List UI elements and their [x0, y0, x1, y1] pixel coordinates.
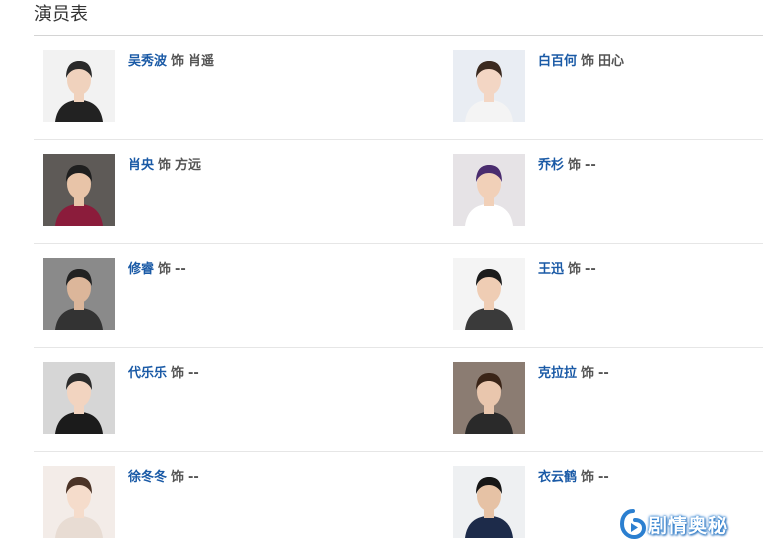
actor-portrait-icon — [453, 154, 525, 226]
actor-photo[interactable] — [43, 154, 115, 226]
role-separator: 饰 — [171, 470, 185, 485]
cast-card: 修睿饰 -- — [43, 258, 383, 332]
role-name: -- — [585, 158, 596, 173]
cast-card: 乔杉饰 -- — [453, 154, 763, 228]
cast-card: 代乐乐饰 -- — [43, 362, 383, 436]
actor-name-link[interactable]: 乔杉 — [538, 158, 564, 173]
role-separator: 饰 — [171, 366, 185, 381]
role-name: -- — [188, 366, 199, 381]
actor-photo[interactable] — [43, 362, 115, 434]
role-separator: 饰 — [581, 54, 595, 69]
watermark: 剧情奥秘 — [620, 508, 728, 540]
role-separator: 饰 — [581, 366, 595, 381]
cast-credit: 代乐乐饰 -- — [128, 365, 199, 383]
actor-name-link[interactable]: 肖央 — [128, 158, 154, 173]
actor-photo[interactable] — [43, 466, 115, 538]
actor-photo[interactable] — [453, 258, 525, 330]
cast-card: 克拉拉饰 -- — [453, 362, 763, 436]
cast-credit: 乔杉饰 -- — [538, 157, 596, 175]
cast-card: 徐冬冬饰 -- — [43, 466, 383, 540]
role-separator: 饰 — [568, 158, 582, 173]
actor-portrait-icon — [43, 258, 115, 330]
actor-portrait-icon — [43, 466, 115, 538]
cast-row: 吴秀波饰肖遥 白百何饰田心 — [34, 36, 763, 140]
actor-portrait-icon — [43, 362, 115, 434]
actor-photo[interactable] — [453, 154, 525, 226]
actor-name-link[interactable]: 白百何 — [538, 54, 577, 69]
cast-card: 肖央饰方远 — [43, 154, 383, 228]
actor-name-link[interactable]: 吴秀波 — [128, 54, 167, 69]
cast-credit: 修睿饰 -- — [128, 261, 186, 279]
role-separator: 饰 — [581, 470, 595, 485]
cast-credit: 克拉拉饰 -- — [538, 365, 609, 383]
actor-portrait-icon — [43, 50, 115, 122]
section-title: 演员表 — [34, 4, 88, 25]
actor-name-link[interactable]: 修睿 — [128, 262, 154, 277]
actor-portrait-icon — [453, 50, 525, 122]
cast-credit: 衣云鹤饰 -- — [538, 469, 609, 487]
cast-list-page: 演员表 吴秀波饰肖遥 白百何饰田心 肖央饰方远 乔杉饰 -- 修睿饰 -- 王迅饰 -- 代乐乐饰… — [0, 0, 763, 553]
actor-name-link[interactable]: 王迅 — [538, 262, 564, 277]
cast-card: 白百何饰田心 — [453, 50, 763, 124]
role-name: 方远 — [175, 158, 202, 173]
cast-credit: 徐冬冬饰 -- — [128, 469, 199, 487]
cast-card: 王迅饰 -- — [453, 258, 763, 332]
role-separator: 饰 — [568, 262, 582, 277]
cast-row: 肖央饰方远 乔杉饰 -- — [34, 140, 763, 244]
actor-portrait-icon — [453, 362, 525, 434]
cast-credit: 王迅饰 -- — [538, 261, 596, 279]
role-name: -- — [598, 470, 609, 485]
role-separator: 饰 — [158, 262, 172, 277]
role-separator: 饰 — [171, 54, 185, 69]
actor-photo[interactable] — [453, 466, 525, 538]
cast-row: 代乐乐饰 -- 克拉拉饰 -- — [34, 348, 763, 452]
role-name: -- — [585, 262, 596, 277]
actor-photo[interactable] — [43, 258, 115, 330]
actor-portrait-icon — [453, 258, 525, 330]
actor-name-link[interactable]: 代乐乐 — [128, 366, 167, 381]
role-name: 田心 — [598, 54, 625, 69]
cast-credit: 白百何饰田心 — [538, 53, 624, 71]
actor-portrait-icon — [43, 154, 115, 226]
role-separator: 饰 — [158, 158, 172, 173]
role-name: 肖遥 — [188, 54, 215, 69]
cast-credit: 吴秀波饰肖遥 — [128, 53, 214, 71]
role-name: -- — [188, 470, 199, 485]
actor-photo[interactable] — [453, 362, 525, 434]
play-logo-icon — [620, 509, 646, 539]
actor-photo[interactable] — [43, 50, 115, 122]
role-name: -- — [598, 366, 609, 381]
cast-credit: 肖央饰方远 — [128, 157, 201, 175]
actor-name-link[interactable]: 衣云鹤 — [538, 470, 577, 485]
actor-portrait-icon — [453, 466, 525, 538]
role-name: -- — [175, 262, 186, 277]
actor-photo[interactable] — [453, 50, 525, 122]
cast-row: 修睿饰 -- 王迅饰 -- — [34, 244, 763, 348]
cast-grid: 吴秀波饰肖遥 白百何饰田心 肖央饰方远 乔杉饰 -- 修睿饰 -- 王迅饰 -- 代乐乐饰 -- 克拉… — [34, 36, 763, 553]
actor-name-link[interactable]: 克拉拉 — [538, 366, 577, 381]
watermark-text: 剧情奥秘 — [648, 514, 729, 537]
cast-card: 吴秀波饰肖遥 — [43, 50, 383, 124]
actor-name-link[interactable]: 徐冬冬 — [128, 470, 167, 485]
